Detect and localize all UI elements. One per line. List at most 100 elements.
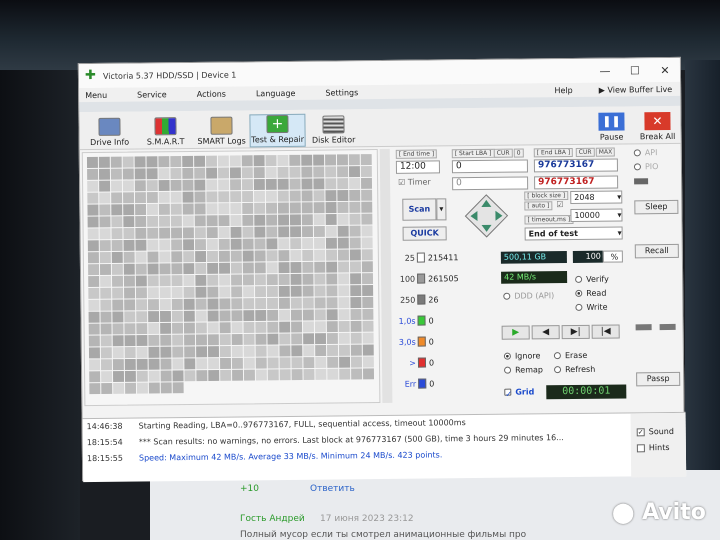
scan-block: [124, 347, 136, 359]
scan-block: [159, 275, 171, 287]
scan-block: [230, 238, 242, 250]
smart-logs-button[interactable]: SMART Logs: [193, 116, 249, 148]
end-max-button[interactable]: MAX: [595, 147, 616, 157]
sleep-button[interactable]: Sleep: [634, 199, 679, 215]
scan-block: [183, 298, 195, 310]
verify-radio[interactable]: Verify: [575, 275, 609, 284]
pio-radio[interactable]: PIO: [633, 162, 658, 171]
histogram-row: 1,0s 0: [395, 314, 495, 327]
write-radio[interactable]: Write: [575, 303, 608, 312]
scan-block: [183, 251, 195, 263]
scan-block: [218, 167, 230, 179]
scan-block: [360, 154, 372, 166]
start-zero-button[interactable]: 0: [513, 148, 524, 158]
reply-link[interactable]: Ответить: [310, 484, 355, 494]
menu-help[interactable]: Help: [554, 85, 572, 94]
scan-block: [218, 226, 230, 239]
close-button[interactable]: ✕: [650, 63, 680, 76]
auto-checkbox[interactable]: ☑: [556, 200, 563, 209]
start-cur-button[interactable]: CUR: [493, 148, 513, 158]
scan-block: [100, 359, 112, 371]
erase-radio[interactable]: Erase: [553, 351, 587, 360]
scan-block: [110, 168, 122, 180]
remap-radio[interactable]: Remap: [504, 365, 543, 375]
view-buffer-button[interactable]: ▶ View Buffer Live: [599, 84, 672, 94]
passp-button[interactable]: Passp: [636, 371, 681, 387]
minimize-button[interactable]: —: [590, 64, 620, 77]
background-left: [0, 70, 80, 540]
maximize-button[interactable]: ☐: [620, 64, 650, 77]
scan-block: [302, 261, 314, 273]
scan-block: [123, 263, 135, 275]
scan-dropdown-icon[interactable]: ▾: [436, 198, 447, 221]
scan-block: [314, 261, 326, 273]
scan-block: [88, 264, 100, 276]
recall-button[interactable]: Recall: [634, 243, 679, 259]
ignore-radio[interactable]: Ignore: [503, 351, 540, 361]
break-all-button[interactable]: ✕ Break All: [634, 111, 680, 143]
ddd-api-checkbox[interactable]: DDD (API): [503, 291, 554, 301]
end-cur-button[interactable]: CUR: [575, 147, 595, 157]
scan-block: [290, 297, 302, 309]
menu-actions[interactable]: Actions: [197, 89, 226, 98]
log-panel: 14:46:38 Starting Reading, LBA=0..9767731…: [82, 411, 687, 483]
scan-block: [112, 370, 125, 382]
skip-forward-button[interactable]: ▶|: [561, 324, 590, 340]
scan-block: [266, 214, 278, 226]
end-lba-field[interactable]: 976773167: [533, 158, 618, 173]
grid-checkbox[interactable]: ✓ Grid: [504, 387, 534, 399]
smart-label: S.M.A.R.T: [146, 137, 185, 147]
scan-block: [99, 204, 111, 216]
scan-block: [98, 156, 110, 168]
timeout-select[interactable]: 10000 ▾: [570, 208, 623, 223]
scan-block: [207, 262, 219, 274]
scan-block: [122, 156, 134, 168]
grid-scrollbar[interactable]: [379, 148, 393, 403]
scan-block: [88, 335, 100, 347]
scan-block: [338, 320, 350, 333]
menu-language[interactable]: Language: [256, 88, 296, 97]
direction-pad[interactable]: [464, 194, 509, 238]
scan-button[interactable]: Scan: [402, 198, 437, 221]
scan-block: [136, 346, 148, 358]
disk-editor-button[interactable]: Disk Editor: [305, 115, 361, 147]
read-radio[interactable]: Read: [575, 289, 606, 298]
drive-info-label: Drive Info: [90, 137, 130, 148]
end-time-field[interactable]: 12:00: [395, 160, 441, 174]
menu-service[interactable]: Service: [137, 90, 167, 99]
refresh-radio[interactable]: Refresh: [554, 365, 595, 374]
rewind-button[interactable]: ◀: [531, 325, 560, 340]
scan-block: [313, 178, 325, 190]
end-of-test-select[interactable]: End of test ▾: [524, 226, 623, 241]
end-time-label: [ End time ]: [395, 149, 438, 159]
timer-field[interactable]: 0: [452, 176, 529, 191]
timer-checkbox[interactable]: ☑ Timer: [398, 177, 431, 186]
quick-button[interactable]: QUICK: [402, 226, 447, 241]
scan-block: [350, 344, 362, 356]
api-radio[interactable]: API: [633, 148, 657, 157]
smart-button[interactable]: S.M.A.R.T: [137, 117, 193, 149]
scan-controls: [ End time ] 12:00 ☑ Timer [ Start LBA ]…: [394, 144, 627, 404]
test-repair-button[interactable]: + Test & Repair: [249, 113, 306, 148]
skip-back-button[interactable]: |◀: [591, 324, 620, 339]
drive-info-button[interactable]: Drive Info: [81, 117, 137, 150]
scan-block: [242, 238, 254, 250]
end-lba-field-2[interactable]: 976773167: [534, 175, 619, 190]
scan-block: [338, 297, 350, 309]
start-lba-field[interactable]: 0: [451, 159, 528, 174]
scan-block: [87, 192, 99, 204]
sound-checkbox[interactable]: ✓ Sound: [636, 427, 674, 436]
menu-settings[interactable]: Settings: [325, 88, 358, 97]
scan-block: [219, 298, 231, 310]
play-button[interactable]: ▶: [501, 325, 530, 340]
block-size-select[interactable]: 2048 ▾: [570, 190, 623, 205]
scan-block: [112, 347, 124, 359]
scan-block: [290, 226, 302, 238]
scan-block: [242, 202, 254, 214]
menu-menu[interactable]: Menu: [85, 90, 107, 99]
hints-checkbox[interactable]: Hints: [636, 443, 670, 452]
pause-button[interactable]: ❚❚ Pause: [588, 112, 634, 143]
scan-block: [134, 180, 146, 192]
scan-block: [111, 228, 123, 240]
scan-block: [301, 214, 313, 226]
